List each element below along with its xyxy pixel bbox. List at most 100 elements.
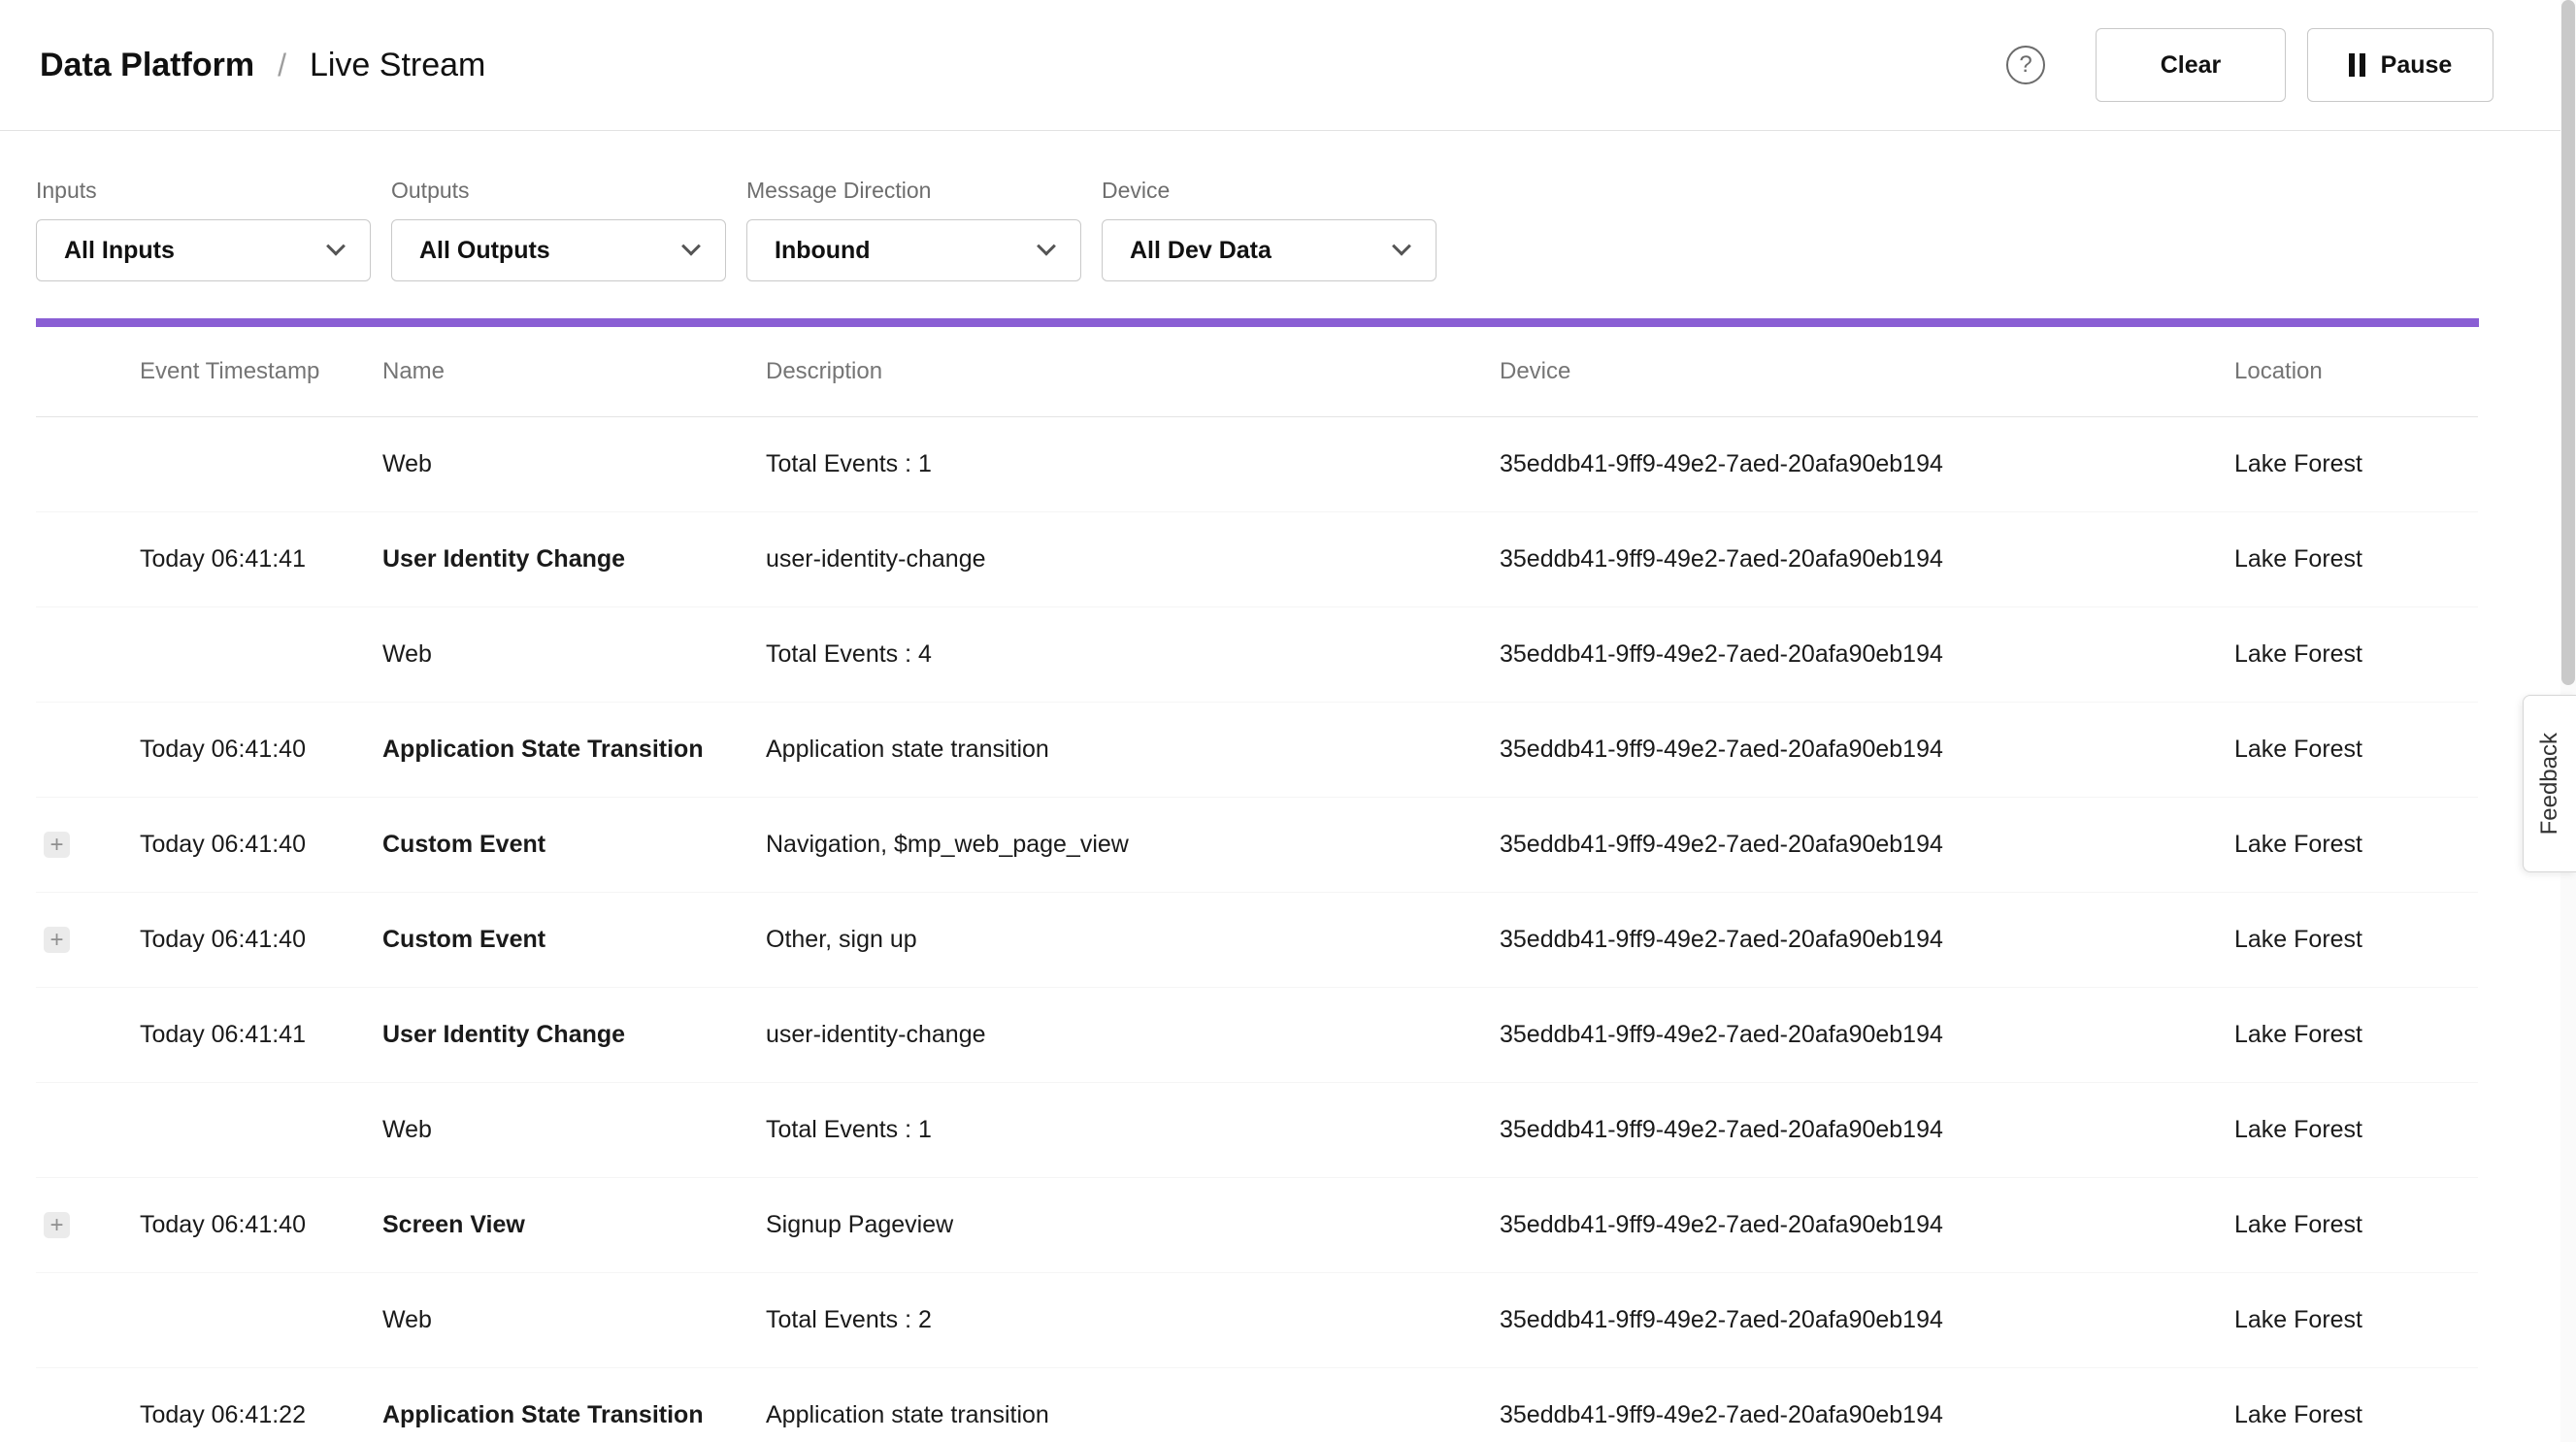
event-timestamp: Today 06:41:40: [140, 736, 382, 764]
chevron-down-icon: [326, 237, 346, 256]
event-device: 35eddb41-9ff9-49e2-7aed-20afa90eb194: [1500, 640, 2234, 669]
column-header-name: Name: [382, 358, 766, 385]
event-device: 35eddb41-9ff9-49e2-7aed-20afa90eb194: [1500, 450, 2234, 478]
event-device: 35eddb41-9ff9-49e2-7aed-20afa90eb194: [1500, 1021, 2234, 1049]
chevron-down-icon: [681, 237, 701, 256]
expand-cell: +: [36, 1212, 140, 1238]
feedback-tab-label: Feedback: [2536, 733, 2563, 835]
event-description: Signup Pageview: [766, 1211, 1500, 1239]
event-location: Lake Forest: [2234, 1116, 2478, 1144]
column-header-device: Device: [1500, 358, 2234, 385]
table-row[interactable]: + Web Total Events : 1 35eddb41-9ff9-49e…: [36, 417, 2478, 512]
scrollbar-thumb[interactable]: [2561, 0, 2575, 685]
event-description: Total Events : 2: [766, 1306, 1500, 1334]
table-header-row: Event Timestamp Name Description Device …: [36, 327, 2478, 417]
event-location: Lake Forest: [2234, 1401, 2478, 1429]
event-description: Total Events : 1: [766, 450, 1500, 478]
column-header-description: Description: [766, 358, 1500, 385]
page-title: Live Stream: [310, 47, 485, 84]
chevron-down-icon: [1037, 237, 1056, 256]
event-device: 35eddb41-9ff9-49e2-7aed-20afa90eb194: [1500, 1401, 2234, 1429]
table-row[interactable]: + Today 06:41:40 Screen View Signup Page…: [36, 1178, 2478, 1273]
event-timestamp: Today 06:41:22: [140, 1401, 382, 1429]
outputs-dropdown-value: All Outputs: [419, 237, 550, 265]
event-location: Lake Forest: [2234, 736, 2478, 764]
table-row[interactable]: + Today 06:41:41 User Identity Change us…: [36, 988, 2478, 1083]
event-description: Navigation, $mp_web_page_view: [766, 831, 1500, 859]
event-description: user-identity-change: [766, 545, 1500, 574]
column-header-location: Location: [2234, 358, 2478, 385]
filter-outputs-label: Outputs: [391, 178, 726, 204]
table-row[interactable]: + Web Total Events : 1 35eddb41-9ff9-49e…: [36, 1083, 2478, 1178]
device-dropdown[interactable]: All Dev Data: [1102, 219, 1437, 281]
table-row[interactable]: + Today 06:41:40 Application State Trans…: [36, 703, 2478, 798]
event-table-body: + Web Total Events : 1 35eddb41-9ff9-49e…: [36, 417, 2478, 1442]
expand-plus-icon[interactable]: +: [44, 832, 70, 858]
inputs-dropdown[interactable]: All Inputs: [36, 219, 371, 281]
message-direction-dropdown-value: Inbound: [775, 237, 871, 265]
table-row[interactable]: + Today 06:41:41 User Identity Change us…: [36, 512, 2478, 607]
event-name: Web: [382, 640, 766, 669]
top-bar: Data Platform / Live Stream ? Clear Paus…: [0, 0, 2576, 131]
event-name: Web: [382, 1306, 766, 1334]
filter-inputs: Inputs All Inputs: [36, 178, 371, 281]
table-row[interactable]: + Web Total Events : 2 35eddb41-9ff9-49e…: [36, 1273, 2478, 1368]
event-location: Lake Forest: [2234, 545, 2478, 574]
table-row[interactable]: + Today 06:41:40 Custom Event Navigation…: [36, 798, 2478, 893]
event-description: user-identity-change: [766, 1021, 1500, 1049]
clear-button[interactable]: Clear: [2096, 28, 2286, 102]
chevron-down-icon: [1392, 237, 1411, 256]
event-description: Application state transition: [766, 1401, 1500, 1429]
event-name: Custom Event: [382, 926, 766, 954]
event-description: Application state transition: [766, 736, 1500, 764]
filter-device: Device All Dev Data: [1102, 178, 1437, 281]
event-name: User Identity Change: [382, 545, 766, 574]
top-bar-actions: ? Clear Pause: [2006, 28, 2493, 102]
expand-plus-icon[interactable]: +: [44, 927, 70, 953]
column-header-event-timestamp: Event Timestamp: [140, 358, 382, 385]
expand-cell: +: [36, 927, 140, 953]
event-device: 35eddb41-9ff9-49e2-7aed-20afa90eb194: [1500, 545, 2234, 574]
filter-message-direction: Message Direction Inbound: [746, 178, 1081, 281]
event-location: Lake Forest: [2234, 640, 2478, 669]
feedback-tab[interactable]: Feedback: [2523, 695, 2576, 872]
event-device: 35eddb41-9ff9-49e2-7aed-20afa90eb194: [1500, 831, 2234, 859]
table-row[interactable]: + Today 06:41:40 Custom Event Other, sig…: [36, 893, 2478, 988]
event-location: Lake Forest: [2234, 831, 2478, 859]
pause-button-label: Pause: [2381, 51, 2453, 80]
table-row[interactable]: + Web Total Events : 4 35eddb41-9ff9-49e…: [36, 607, 2478, 703]
event-description: Total Events : 1: [766, 1116, 1500, 1144]
event-name: Custom Event: [382, 831, 766, 859]
outputs-dropdown[interactable]: All Outputs: [391, 219, 726, 281]
event-device: 35eddb41-9ff9-49e2-7aed-20afa90eb194: [1500, 1116, 2234, 1144]
event-name: Screen View: [382, 1211, 766, 1239]
event-timestamp: Today 06:41:40: [140, 831, 382, 859]
event-name: User Identity Change: [382, 1021, 766, 1049]
expand-cell: +: [36, 832, 140, 858]
event-timestamp: Today 06:41:41: [140, 545, 382, 574]
event-device: 35eddb41-9ff9-49e2-7aed-20afa90eb194: [1500, 926, 2234, 954]
help-icon[interactable]: ?: [2006, 46, 2045, 84]
pause-button[interactable]: Pause: [2307, 28, 2493, 102]
event-timestamp: Today 06:41:40: [140, 1211, 382, 1239]
message-direction-dropdown[interactable]: Inbound: [746, 219, 1081, 281]
event-table: Event Timestamp Name Description Device …: [36, 327, 2478, 1442]
table-row[interactable]: + Today 06:41:22 Application State Trans…: [36, 1368, 2478, 1442]
event-device: 35eddb41-9ff9-49e2-7aed-20afa90eb194: [1500, 1211, 2234, 1239]
filter-device-label: Device: [1102, 178, 1437, 204]
accent-bar: [36, 318, 2479, 327]
filter-inputs-label: Inputs: [36, 178, 371, 204]
event-device: 35eddb41-9ff9-49e2-7aed-20afa90eb194: [1500, 736, 2234, 764]
filter-outputs: Outputs All Outputs: [391, 178, 726, 281]
breadcrumb-separator: /: [278, 48, 286, 83]
event-description: Other, sign up: [766, 926, 1500, 954]
filter-message-direction-label: Message Direction: [746, 178, 1081, 204]
event-location: Lake Forest: [2234, 1306, 2478, 1334]
event-location: Lake Forest: [2234, 1211, 2478, 1239]
event-name: Web: [382, 450, 766, 478]
pause-icon: [2349, 53, 2365, 77]
event-timestamp: Today 06:41:41: [140, 1021, 382, 1049]
device-dropdown-value: All Dev Data: [1130, 237, 1271, 265]
expand-plus-icon[interactable]: +: [44, 1212, 70, 1238]
breadcrumb[interactable]: Data Platform: [40, 47, 254, 84]
